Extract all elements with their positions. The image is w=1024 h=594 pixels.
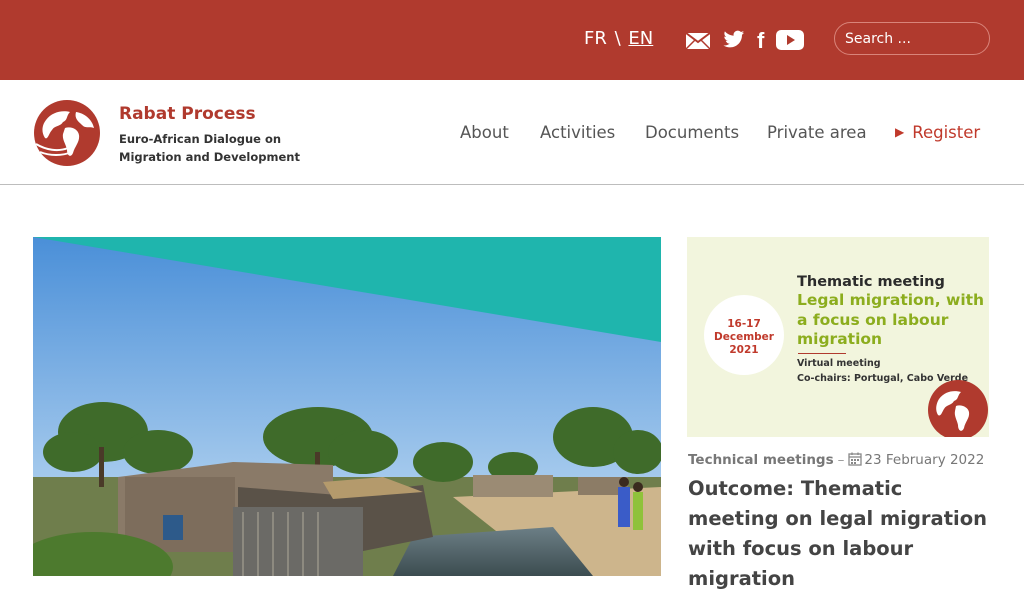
nav-documents[interactable]: Documents: [645, 123, 739, 142]
brand-title[interactable]: Rabat Process: [119, 104, 256, 124]
search-input[interactable]: [834, 22, 990, 55]
globe-logo-icon: [927, 379, 989, 437]
facebook-icon[interactable]: f: [757, 28, 764, 54]
twitter-icon[interactable]: [723, 30, 745, 53]
register-label: Register: [912, 123, 981, 142]
language-switcher: FR \ EN: [584, 28, 653, 49]
article-date: 23 February 2022: [864, 452, 985, 468]
hero-image[interactable]: [33, 237, 661, 576]
rabat-process-logo[interactable]: [32, 98, 102, 172]
brand-subtitle: Euro-African Dialogue on Migration and D…: [119, 132, 300, 164]
top-bar: FR \ EN f: [0, 0, 1024, 80]
banner-divider: [798, 353, 846, 354]
banner-line-1: Thematic meeting: [797, 274, 945, 290]
youtube-icon[interactable]: [776, 30, 804, 54]
thematic-meeting-banner[interactable]: 16-17 December 2021 Thematic meeting Leg…: [687, 237, 989, 437]
nav-about[interactable]: About: [460, 123, 509, 142]
article-category[interactable]: Technical meetings: [688, 452, 834, 468]
lang-en-link[interactable]: EN: [628, 28, 653, 49]
calendar-icon: [848, 452, 863, 470]
play-arrow-icon: ▶: [895, 125, 905, 139]
article-meta: Technical meetings – 23 February 2022: [688, 452, 984, 470]
lang-fr-link[interactable]: FR: [584, 28, 607, 49]
nav-private-area[interactable]: Private area: [767, 123, 867, 142]
event-date-badge: 16-17 December 2021: [704, 295, 784, 375]
nav-register[interactable]: ▶ Register: [895, 123, 980, 142]
mail-icon[interactable]: [685, 32, 711, 54]
meta-separator: –: [837, 452, 845, 468]
article-title[interactable]: Outcome: Thematic meeting on legal migra…: [688, 474, 988, 594]
nav-activities[interactable]: Activities: [540, 123, 615, 142]
lang-separator: \: [614, 28, 621, 49]
banner-line-2: Legal migration, with a focus on labour …: [797, 291, 985, 348]
site-header: Rabat Process Euro-African Dialogue on M…: [0, 80, 1024, 185]
